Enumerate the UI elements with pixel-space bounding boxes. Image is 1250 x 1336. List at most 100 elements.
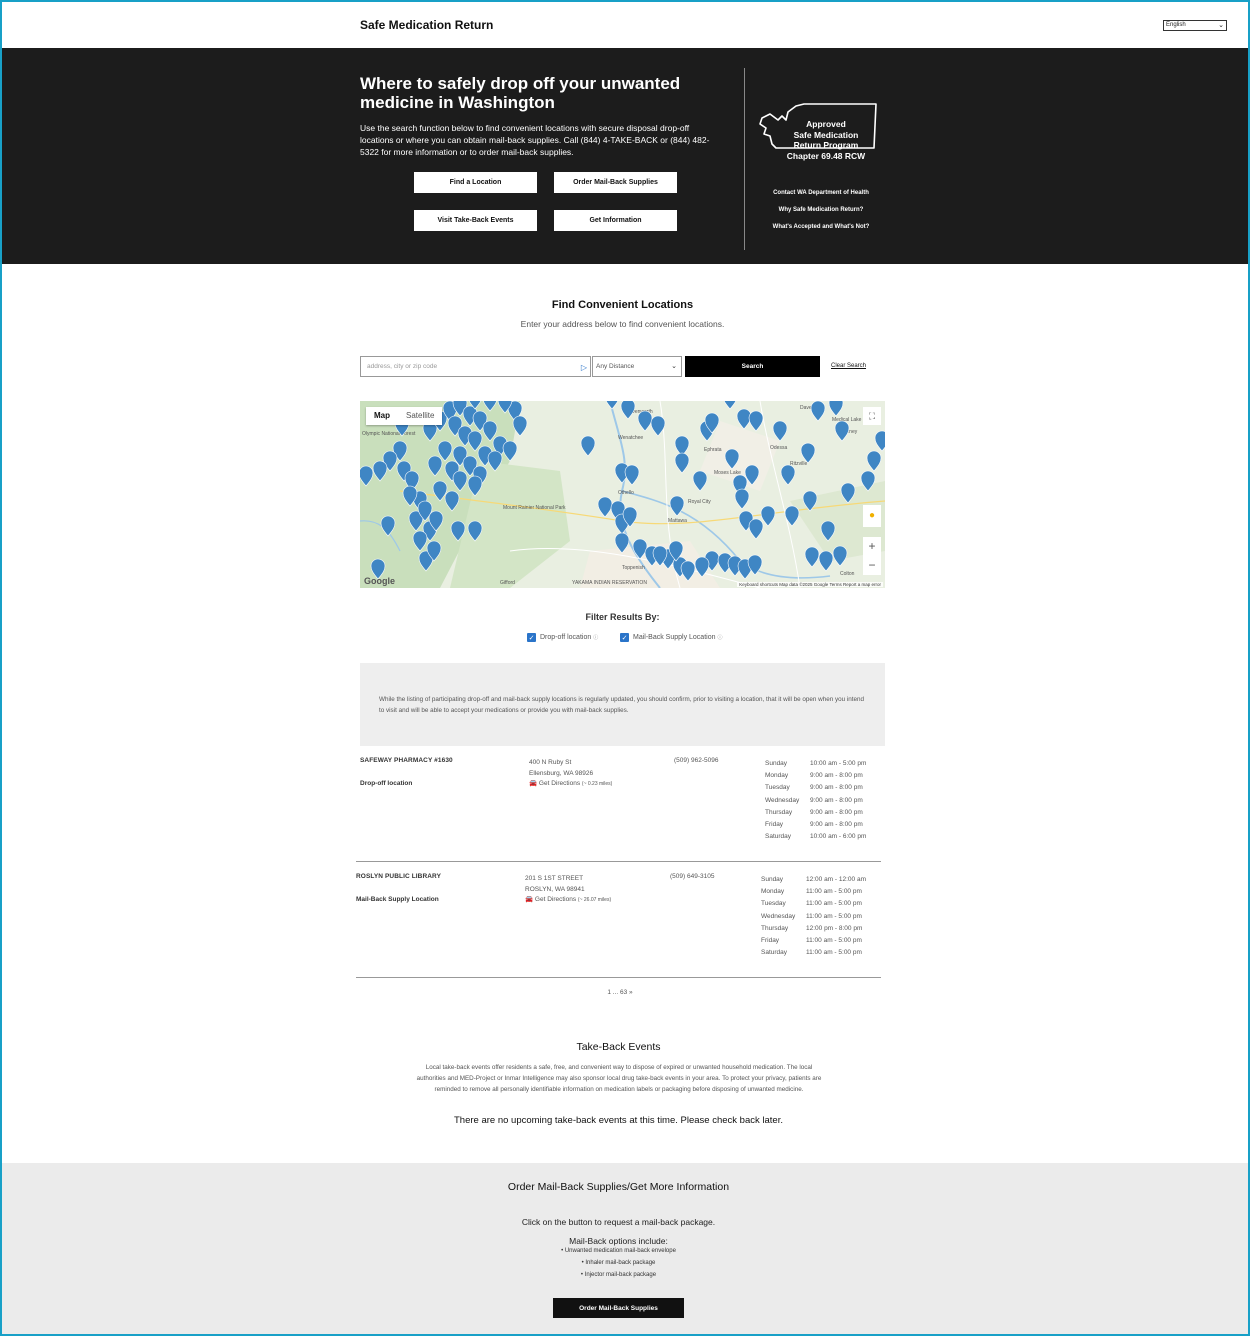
get-directions-link[interactable]: 🚘 Get Directions (~ 0.23 miles) — [529, 779, 612, 787]
order-mail-back-button[interactable]: Order Mail-Back Supplies — [554, 172, 677, 193]
hours-time: 11:00 am - 5:00 pm — [806, 937, 862, 945]
hours-day: Thursday — [761, 924, 789, 932]
badge-line: Safe Medication — [793, 129, 859, 140]
hours-row: Thursday 12:00 pm - 8:00 pm — [761, 923, 866, 935]
hours-time: 10:00 am - 5:00 pm — [810, 760, 867, 767]
chevron-down-icon: ⌄ — [671, 363, 677, 370]
take-back-events-button[interactable]: Visit Take-Back Events — [414, 210, 537, 231]
hours-time: 11:00 am - 5:00 pm — [806, 888, 862, 896]
zoom-out-icon[interactable]: − — [863, 556, 881, 575]
hours-row: Tuesday 11:00 am - 5:00 pm — [761, 898, 866, 910]
get-directions-link[interactable]: 🚘 Get Directions (~ 26.07 miles) — [525, 895, 611, 903]
map-place-label: YAKAMA INDIAN RESERVATION — [572, 580, 647, 586]
map-place-label: Medical Lake — [832, 417, 862, 423]
google-logo: Google — [364, 576, 395, 586]
badge-line: Approved — [806, 119, 846, 129]
mail-back-option: • Injector mail-back package — [580, 1272, 657, 1278]
search-button[interactable]: Search — [685, 356, 820, 377]
hours-day: Wednesday — [765, 796, 800, 804]
clear-search-link[interactable]: Clear Search — [831, 363, 866, 369]
site-brand[interactable]: Safe Medication Return — [360, 18, 493, 32]
filter-mailback[interactable]: ✓ Mail-Back Supply Location ⓘ — [620, 633, 723, 642]
address-line: ROSLYN, WA 98941 — [525, 886, 585, 893]
get-information-button[interactable]: Get Information — [554, 210, 677, 231]
hours-day: Saturday — [761, 949, 788, 957]
top-bar: Safe Medication Return English ⌄ — [0, 0, 1250, 48]
hours-time: 9:00 am - 8:00 pm — [810, 796, 863, 804]
map-tab[interactable]: Map — [366, 407, 398, 425]
find-locations-subtitle: Enter your address below to find conveni… — [520, 319, 725, 329]
location-hours: Sunday 12:00 am - 12:00 am Monday 11:00 am… — [761, 874, 866, 959]
approved-program-badge: Approved Safe Medication Return Program … — [778, 119, 874, 161]
zoom-controls: + − — [863, 537, 881, 575]
address-line: 400 N Ruby St — [529, 759, 572, 766]
locations-map[interactable]: Olympic National Forest Mount Rainier Nat… — [360, 401, 885, 588]
mail-back-instruction: Click on the button to request a mail-ba… — [521, 1217, 716, 1227]
hero-description: Use the search function below to find co… — [360, 123, 710, 157]
zoom-in-icon[interactable]: + — [863, 537, 881, 556]
map-place-label: Ritzville — [790, 461, 807, 467]
mail-back-title: Order Mail-Back Supplies/Get More Inform… — [507, 1181, 730, 1193]
address-search-input[interactable]: address, city or zip code ▷ — [360, 356, 591, 377]
locate-arrow-icon[interactable]: ▷ — [581, 358, 587, 377]
filter-dropoff[interactable]: ✓ Drop-off location ⓘ — [527, 633, 598, 642]
map-place-label: Moses Lake — [714, 470, 741, 476]
language-select[interactable]: English ⌄ — [1163, 20, 1227, 31]
checkbox-checked-icon[interactable]: ✓ — [620, 633, 629, 642]
map-place-label: Ephrata — [704, 447, 722, 453]
search-placeholder: address, city or zip code — [367, 363, 438, 370]
take-back-title: Take-Back Events — [576, 1041, 661, 1053]
order-mail-back-supplies-button[interactable]: Order Mail-Back Supplies — [553, 1298, 684, 1318]
info-icon[interactable]: ⓘ — [718, 634, 723, 641]
hours-day: Tuesday — [761, 900, 786, 908]
map-attribution[interactable]: Keyboard shortcuts Map data ©2025 Google… — [737, 582, 883, 587]
hours-time: 12:00 pm - 8:00 pm — [806, 924, 863, 932]
mail-back-option: • Unwanted medication mail-back envelope — [561, 1248, 676, 1254]
find-location-button[interactable]: Find a Location — [414, 172, 537, 193]
location-result: SAFEWAY PHARMACY #1630 Drop-off location… — [360, 757, 890, 873]
take-back-description: Local take-back events offer residents a… — [416, 1064, 822, 1093]
fullscreen-icon[interactable]: ⛶ — [863, 407, 881, 425]
distance-select[interactable]: Any Distance ⌄ — [592, 356, 682, 377]
hours-time: 9:00 am - 8:00 pm — [810, 821, 863, 829]
location-result: ROSLYN PUBLIC LIBRARY Mail-Back Supply L… — [356, 873, 886, 989]
hours-row: Wednesday 11:00 am - 5:00 pm — [761, 911, 866, 923]
satellite-tab[interactable]: Satellite — [398, 407, 442, 425]
filter-mailback-label: Mail-Back Supply Location — [633, 634, 716, 641]
location-name: SAFEWAY PHARMACY #1630 — [360, 757, 453, 764]
badge-line: Return Program — [793, 140, 859, 150]
hours-time: 9:00 am - 8:00 pm — [810, 772, 863, 780]
checkbox-checked-icon[interactable]: ✓ — [527, 633, 536, 642]
hours-time: 12:00 am - 12:00 am — [806, 876, 866, 883]
hours-day: Wednesday — [761, 912, 796, 920]
map-canvas: Olympic National Forest Mount Rainier Nat… — [360, 401, 885, 588]
distance-miles: (~ 26.07 miles) — [577, 897, 612, 903]
contact-doh-link[interactable]: Contact WA Department of Health — [750, 190, 892, 196]
hours-row: Sunday 12:00 am - 12:00 am — [761, 874, 866, 886]
hours-day: Saturday — [765, 833, 792, 841]
mail-back-option: • Inhaler mail-back package — [581, 1260, 656, 1266]
filter-dropoff-label: Drop-off location — [540, 634, 592, 641]
map-place-label: Mattawa — [668, 518, 687, 524]
hours-day: Monday — [761, 888, 785, 896]
pagination[interactable]: 1 ... 63 » — [0, 989, 1240, 996]
why-return-link[interactable]: Why Safe Medication Return? — [750, 207, 892, 213]
map-place-label: Gifford — [500, 580, 515, 586]
location-phone[interactable]: (509) 649-3105 — [670, 873, 714, 880]
location-phone[interactable]: (509) 962-5096 — [674, 757, 718, 764]
location-address: 400 N Ruby St Ellensburg, WA 98926 — [529, 757, 593, 779]
hours-day: Monday — [765, 772, 789, 780]
hours-row: Friday 11:00 am - 5:00 pm — [761, 935, 866, 947]
location-name: ROSLYN PUBLIC LIBRARY — [356, 873, 442, 880]
hours-day: Tuesday — [765, 784, 790, 792]
distance-miles: (~ 0.23 miles) — [581, 781, 613, 787]
result-divider — [356, 861, 881, 862]
street-view-pegman-icon[interactable]: ● — [863, 505, 881, 527]
hours-time: 11:00 am - 5:00 pm — [806, 949, 862, 957]
hours-row: Thursday 9:00 am - 8:00 pm — [765, 807, 866, 819]
accepted-items-link[interactable]: What's Accepted and What's Not? — [750, 224, 892, 230]
map-place-label: Colton — [840, 571, 855, 577]
info-icon[interactable]: ⓘ — [593, 634, 598, 641]
address-line: 201 S 1ST STREET — [525, 875, 584, 882]
filter-title: Filter Results By: — [585, 612, 660, 622]
